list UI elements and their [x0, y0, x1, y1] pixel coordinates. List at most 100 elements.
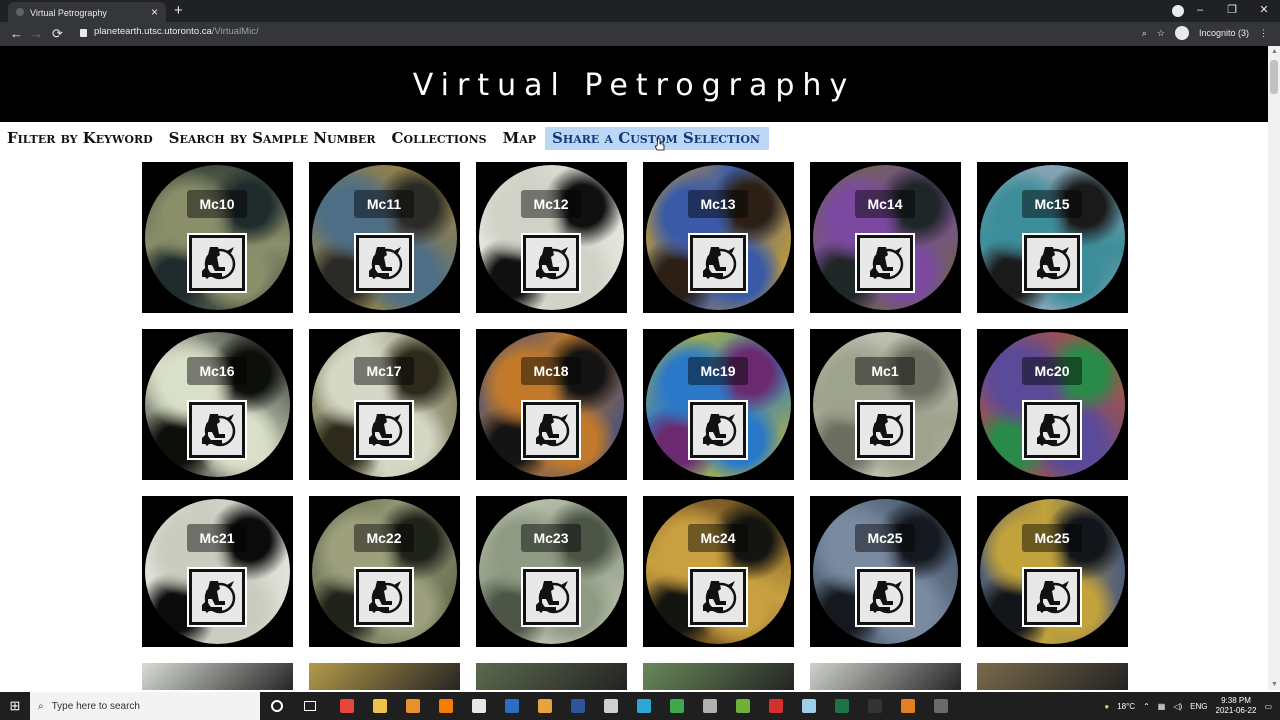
sample-tile-mc14[interactable]: Mc14 — [810, 162, 961, 313]
microscope-icon[interactable] — [356, 235, 412, 291]
microscope-icon[interactable] — [189, 569, 245, 625]
minimize-icon[interactable]: – — [1184, 0, 1216, 22]
microscope-icon[interactable] — [857, 402, 913, 458]
taskbar-search[interactable]: ⌕ Type here to search — [30, 692, 260, 720]
network-icon[interactable]: ▦ — [1158, 702, 1166, 711]
taskbar-app-icon[interactable] — [693, 692, 726, 720]
browser-tab[interactable]: Virtual Petrography × — [8, 2, 166, 22]
scroll-down-icon[interactable]: ▼ — [1271, 681, 1278, 688]
nav-collections[interactable]: Collections — [385, 127, 496, 150]
sample-tile-mc24[interactable]: Mc24 — [643, 496, 794, 647]
nav-map[interactable]: Map — [496, 127, 545, 150]
taskbar-app-icon[interactable] — [825, 692, 858, 720]
taskbar-app-icon[interactable] — [759, 692, 792, 720]
microscope-icon[interactable] — [690, 402, 746, 458]
taskbar-app-icon[interactable] — [495, 692, 528, 720]
taskbar-app-icon[interactable] — [462, 692, 495, 720]
zoom-icon[interactable]: ⌕ — [1142, 28, 1147, 39]
microscope-icon[interactable] — [1024, 402, 1080, 458]
sample-tile-partial[interactable] — [810, 663, 961, 690]
sample-tile-mc19[interactable]: Mc19 — [643, 329, 794, 480]
sample-tile-mc12[interactable]: Mc12 — [476, 162, 627, 313]
close-window-icon[interactable]: ✕ — [1248, 0, 1280, 22]
taskbar-app-icon[interactable] — [594, 692, 627, 720]
sample-tile-partial[interactable] — [977, 663, 1128, 690]
sample-tile-mc18[interactable]: Mc18 — [476, 329, 627, 480]
microscope-icon[interactable] — [523, 235, 579, 291]
microscope-icon[interactable] — [857, 235, 913, 291]
microscope-icon[interactable] — [356, 402, 412, 458]
sample-label: Mc18 — [521, 357, 581, 385]
notifications-icon[interactable]: ▭ — [1264, 702, 1272, 711]
taskbar-app-icon[interactable] — [429, 692, 462, 720]
volume-icon[interactable]: ◁) — [1173, 702, 1182, 711]
incognito-label[interactable]: Incognito (3) — [1199, 28, 1249, 38]
taskbar-app-icon[interactable] — [528, 692, 561, 720]
taskbar-app-icon[interactable] — [660, 692, 693, 720]
taskbar-app-icon[interactable] — [330, 692, 363, 720]
sample-tile-mc11[interactable]: Mc11 — [309, 162, 460, 313]
reload-icon[interactable]: ⟳ — [52, 26, 63, 42]
sample-tile-partial[interactable] — [309, 663, 460, 690]
scroll-up-icon[interactable]: ▲ — [1271, 48, 1278, 55]
taskbar-app-icon[interactable] — [396, 692, 429, 720]
taskbar-app-icon[interactable] — [792, 692, 825, 720]
sample-tile-mc22[interactable]: Mc22 — [309, 496, 460, 647]
sample-tile-mc15[interactable]: Mc15 — [977, 162, 1128, 313]
sample-tile-mc20[interactable]: Mc20 — [977, 329, 1128, 480]
menu-kebab-icon[interactable]: ⋮ — [1259, 28, 1268, 39]
microscope-icon[interactable] — [690, 235, 746, 291]
task-view-icon[interactable] — [293, 692, 326, 720]
taskbar-app-icon[interactable] — [726, 692, 759, 720]
taskbar-app-icon[interactable] — [924, 692, 957, 720]
sample-tile-mc21[interactable]: Mc21 — [142, 496, 293, 647]
microscope-icon[interactable] — [690, 569, 746, 625]
nav-filter-by-keyword[interactable]: Filter by Keyword — [0, 127, 162, 150]
microscope-icon[interactable] — [857, 569, 913, 625]
scrollbar-thumb[interactable] — [1270, 60, 1278, 94]
taskbar-app-icon[interactable] — [858, 692, 891, 720]
cortana-icon[interactable] — [260, 692, 293, 720]
sample-tile-partial[interactable] — [476, 663, 627, 690]
hand-cursor-icon — [655, 138, 665, 151]
url-field[interactable]: planetearth.utsc.utoronto.ca/VirtualMic/ — [94, 26, 259, 37]
back-icon[interactable]: ← — [10, 26, 23, 41]
taskbar-app-icon[interactable] — [561, 692, 594, 720]
microscope-icon[interactable] — [189, 235, 245, 291]
microscope-icon[interactable] — [1024, 235, 1080, 291]
microscope-icon[interactable] — [189, 402, 245, 458]
microscope-icon[interactable] — [1024, 569, 1080, 625]
page-scrollbar[interactable]: ▲ ▼ — [1268, 46, 1280, 690]
language-indicator[interactable]: ENG — [1190, 702, 1207, 711]
app-glyph-icon — [801, 699, 816, 713]
nav-search-by-sample-number[interactable]: Search by Sample Number — [162, 127, 385, 150]
weather-icon[interactable]: ● — [1104, 702, 1109, 711]
tab-search-icon[interactable] — [1172, 5, 1184, 17]
microscope-icon[interactable] — [523, 569, 579, 625]
taskbar-app-icon[interactable] — [363, 692, 396, 720]
sample-tile-partial[interactable] — [643, 663, 794, 690]
sample-tile-mc25[interactable]: Mc25 — [810, 496, 961, 647]
windows-start-icon[interactable]: ⊞ — [0, 692, 30, 720]
sample-tile-mc10[interactable]: Mc10 — [142, 162, 293, 313]
microscope-icon[interactable] — [356, 569, 412, 625]
microscope-icon[interactable] — [523, 402, 579, 458]
new-tab-icon[interactable]: + — [174, 2, 183, 19]
taskbar-app-icon[interactable] — [891, 692, 924, 720]
sample-tile-partial[interactable] — [142, 663, 293, 690]
taskbar-clock[interactable]: 9:38 PM 2021-06-22 — [1216, 696, 1257, 716]
bookmark-star-icon[interactable]: ☆ — [1157, 28, 1165, 39]
tab-close-icon[interactable]: × — [151, 5, 158, 19]
sample-tile-mc13[interactable]: Mc13 — [643, 162, 794, 313]
sample-tile-mc25[interactable]: Mc25 — [977, 496, 1128, 647]
sample-tile-mc23[interactable]: Mc23 — [476, 496, 627, 647]
sample-tile-mc1[interactable]: Mc1 — [810, 329, 961, 480]
sample-tile-mc17[interactable]: Mc17 — [309, 329, 460, 480]
incognito-icon[interactable] — [1174, 26, 1189, 40]
forward-icon[interactable]: → — [30, 26, 43, 41]
restore-icon[interactable]: ❐ — [1216, 0, 1248, 22]
sample-tile-mc16[interactable]: Mc16 — [142, 329, 293, 480]
weather-temp[interactable]: 18°C — [1117, 702, 1135, 711]
tray-chevron-icon[interactable]: ⌃ — [1143, 702, 1150, 711]
taskbar-app-icon[interactable] — [627, 692, 660, 720]
